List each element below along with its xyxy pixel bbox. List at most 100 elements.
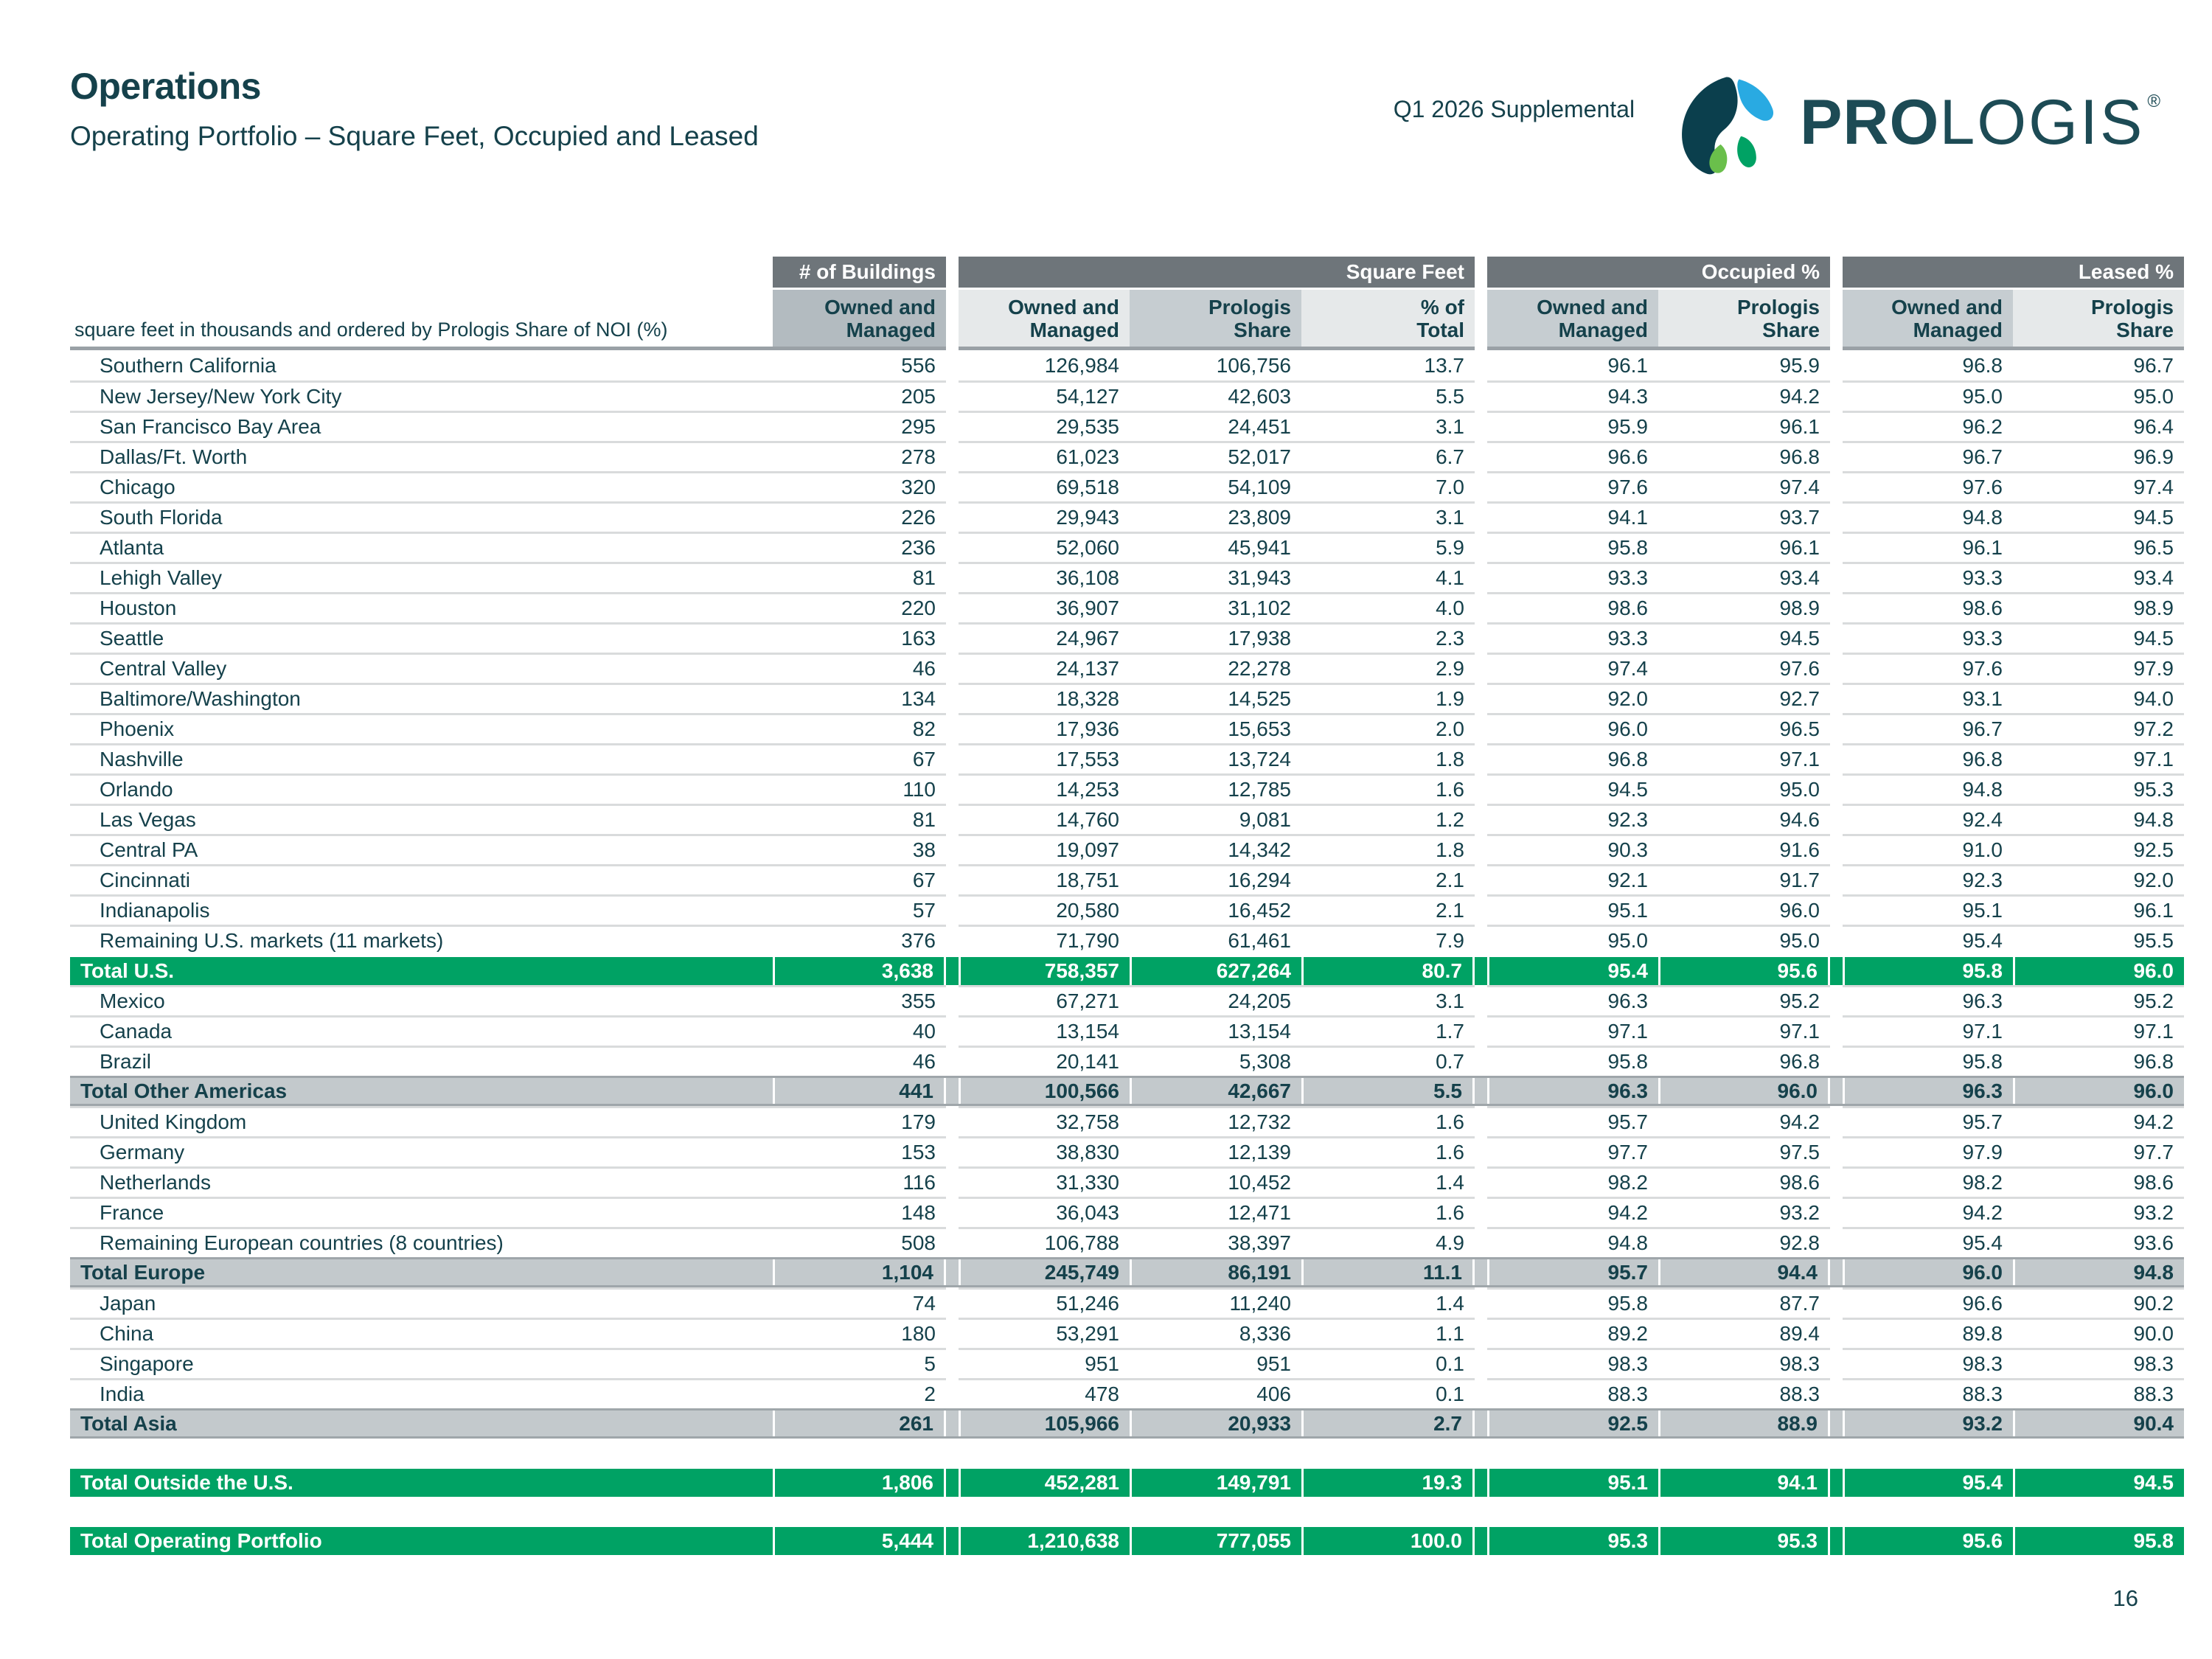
value-cell: 226 bbox=[773, 501, 946, 532]
value-cell: 93.3 bbox=[1487, 562, 1658, 592]
value-cell: 94.8 bbox=[2013, 804, 2184, 834]
value-cell: 96.4 bbox=[2013, 411, 2184, 441]
market-label: Total Other Americas bbox=[70, 1078, 773, 1104]
operations-table: # of BuildingsSquare FeetOccupied %Lease… bbox=[70, 257, 2184, 1555]
value-cell: 3.1 bbox=[1301, 501, 1475, 532]
value-cell: 95.1 bbox=[1487, 894, 1658, 925]
table-subheader-row: square feet in thousands and ordered by … bbox=[70, 288, 2184, 350]
table-total-row: Total Outside the U.S.1,806452,281149,79… bbox=[70, 1467, 2184, 1497]
value-cell: 261 bbox=[773, 1411, 946, 1436]
value-cell: 94.8 bbox=[2013, 1259, 2184, 1285]
value-cell: 31,102 bbox=[1130, 592, 1301, 622]
market-label: Brazil bbox=[70, 1046, 773, 1076]
value-cell: 95.6 bbox=[1843, 1527, 2013, 1555]
value-cell: 95.9 bbox=[1487, 411, 1658, 441]
value-cell: 92.8 bbox=[1658, 1227, 1830, 1257]
supplemental-label: Q1 2026 Supplemental bbox=[1394, 94, 1635, 124]
value-cell: 38,397 bbox=[1130, 1227, 1301, 1257]
market-label: Southern California bbox=[70, 350, 773, 380]
value-cell: 96.5 bbox=[1658, 713, 1830, 743]
value-cell: 97.9 bbox=[2013, 653, 2184, 683]
value-cell: 95.3 bbox=[1658, 1527, 1830, 1555]
value-cell: 149,791 bbox=[1130, 1469, 1301, 1497]
value-cell: 2.1 bbox=[1301, 864, 1475, 894]
value-cell: 89.8 bbox=[1843, 1318, 2013, 1348]
table-row: Indianapolis5720,58016,4522.195.196.095.… bbox=[70, 894, 2184, 925]
value-cell: 94.5 bbox=[1658, 622, 1830, 653]
market-label: India bbox=[70, 1378, 773, 1408]
value-cell: 96.9 bbox=[2013, 441, 2184, 471]
value-cell: 98.3 bbox=[2013, 1348, 2184, 1378]
value-cell: 17,553 bbox=[959, 743, 1130, 773]
value-cell: 7.9 bbox=[1301, 925, 1475, 955]
value-cell: 98.6 bbox=[2013, 1166, 2184, 1197]
value-cell: 1.4 bbox=[1301, 1166, 1475, 1197]
value-cell: 96.1 bbox=[1487, 350, 1658, 380]
value-cell: 1.1 bbox=[1301, 1318, 1475, 1348]
value-cell: 14,760 bbox=[959, 804, 1130, 834]
value-cell: 5.5 bbox=[1301, 380, 1475, 411]
value-cell: 97.2 bbox=[2013, 713, 2184, 743]
value-cell: 92.3 bbox=[1843, 864, 2013, 894]
value-cell: 94.2 bbox=[1658, 380, 1830, 411]
value-cell: 13,154 bbox=[959, 1015, 1130, 1046]
value-cell: 556 bbox=[773, 350, 946, 380]
value-cell: 2.7 bbox=[1301, 1411, 1475, 1436]
value-cell: 4.9 bbox=[1301, 1227, 1475, 1257]
table-total-row: Total U.S.3,638758,357627,26480.795.495.… bbox=[70, 955, 2184, 985]
value-cell: 88.3 bbox=[1843, 1378, 2013, 1408]
value-cell: 61,461 bbox=[1130, 925, 1301, 955]
value-cell: 94.4 bbox=[1658, 1259, 1830, 1285]
value-cell: 96.3 bbox=[1487, 985, 1658, 1015]
market-label: Remaining U.S. markets (11 markets) bbox=[70, 925, 773, 955]
value-cell: 11,240 bbox=[1130, 1287, 1301, 1318]
value-cell: 1.8 bbox=[1301, 743, 1475, 773]
value-cell: 0.1 bbox=[1301, 1378, 1475, 1408]
value-cell: 98.2 bbox=[1487, 1166, 1658, 1197]
value-cell: 95.3 bbox=[2013, 773, 2184, 804]
table-group-header-row: # of BuildingsSquare FeetOccupied %Lease… bbox=[70, 257, 2184, 288]
market-label: Mexico bbox=[70, 985, 773, 1015]
market-label: Central PA bbox=[70, 834, 773, 864]
value-cell: 97.1 bbox=[1843, 1015, 2013, 1046]
value-cell: 98.6 bbox=[1658, 1166, 1830, 1197]
value-cell: 95.8 bbox=[1843, 957, 2013, 985]
column-subheader: Owned and Managed bbox=[1487, 288, 1658, 350]
value-cell: 777,055 bbox=[1130, 1527, 1301, 1555]
table-row: United Kingdom17932,75812,7321.695.794.2… bbox=[70, 1106, 2184, 1136]
value-cell: 106,756 bbox=[1130, 350, 1301, 380]
value-cell: 98.3 bbox=[1843, 1348, 2013, 1378]
market-label: Chicago bbox=[70, 471, 773, 501]
table-total-row: Total Europe1,104245,74986,19111.195.794… bbox=[70, 1257, 2184, 1287]
value-cell: 951 bbox=[959, 1348, 1130, 1378]
value-cell: 94.2 bbox=[1658, 1106, 1830, 1136]
value-cell: 95.3 bbox=[1487, 1527, 1658, 1555]
value-cell: 97.1 bbox=[2013, 1015, 2184, 1046]
value-cell: 67,271 bbox=[959, 985, 1130, 1015]
value-cell: 98.2 bbox=[1843, 1166, 2013, 1197]
market-label: Total U.S. bbox=[70, 957, 773, 985]
value-cell: 180 bbox=[773, 1318, 946, 1348]
value-cell: 42,667 bbox=[1130, 1078, 1301, 1104]
value-cell: 96.0 bbox=[1658, 894, 1830, 925]
value-cell: 14,253 bbox=[959, 773, 1130, 804]
value-cell: 758,357 bbox=[959, 957, 1130, 985]
value-cell: 52,017 bbox=[1130, 441, 1301, 471]
value-cell: 94.5 bbox=[2013, 622, 2184, 653]
value-cell: 45,941 bbox=[1130, 532, 1301, 562]
value-cell: 96.8 bbox=[1843, 350, 2013, 380]
value-cell: 236 bbox=[773, 532, 946, 562]
market-label: Total Outside the U.S. bbox=[70, 1469, 773, 1497]
value-cell: 15,653 bbox=[1130, 713, 1301, 743]
value-cell: 94.2 bbox=[1843, 1197, 2013, 1227]
value-cell: 98.6 bbox=[1487, 592, 1658, 622]
value-cell: 12,785 bbox=[1130, 773, 1301, 804]
value-cell: 97.5 bbox=[1658, 1136, 1830, 1166]
value-cell: 93.2 bbox=[2013, 1197, 2184, 1227]
value-cell: 95.2 bbox=[2013, 985, 2184, 1015]
table-row: Dallas/Ft. Worth27861,02352,0176.796.696… bbox=[70, 441, 2184, 471]
value-cell: 95.5 bbox=[2013, 925, 2184, 955]
page-title: Operations bbox=[70, 65, 759, 108]
market-label: San Francisco Bay Area bbox=[70, 411, 773, 441]
table-row: San Francisco Bay Area29529,53524,4513.1… bbox=[70, 411, 2184, 441]
